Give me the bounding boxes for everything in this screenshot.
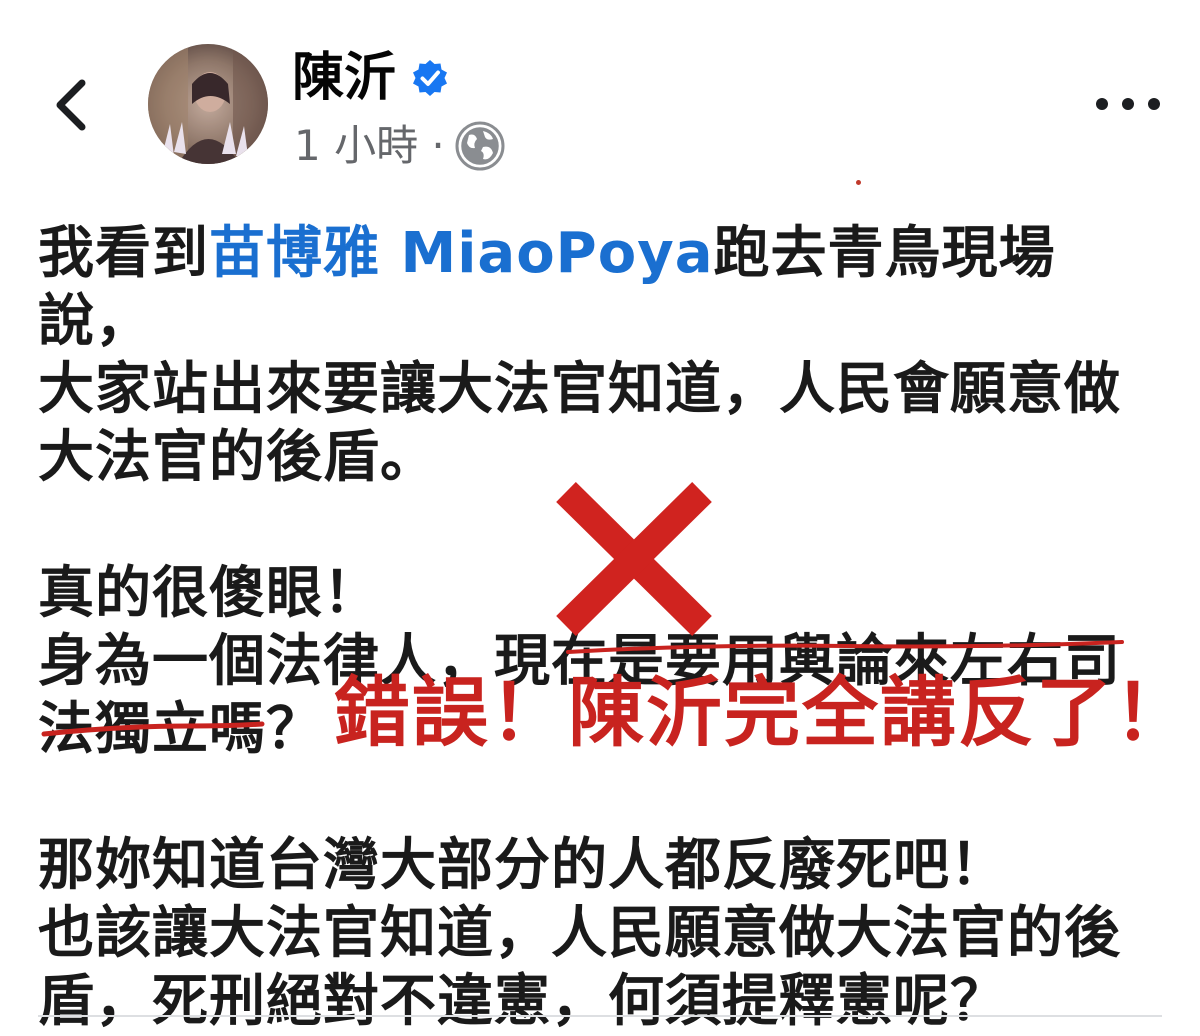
more-dot-icon (1148, 98, 1160, 110)
mention-link[interactable]: 苗博雅 MiaoPoya (209, 221, 714, 286)
globe-icon (455, 121, 505, 171)
post-line: 大家站出來要讓大法官知道，人民會願意做 (38, 357, 1121, 422)
underline-mark (566, 640, 1124, 654)
post-line: 盾，死刑絕對不違憲，何須提釋憲呢？ (38, 969, 1007, 1034)
post-line: 我看到苗博雅 MiaoPoya跑去青鳥現場說， (38, 220, 1168, 356)
avatar[interactable] (148, 44, 268, 164)
divider (38, 1015, 1162, 1017)
x-mark-icon (556, 482, 712, 636)
chevron-left-icon (56, 79, 86, 131)
post-line: 那妳知道台灣大部分的人都反廢死吧！ (38, 833, 1007, 898)
underline-mark (41, 721, 265, 737)
stray-mark (856, 180, 861, 185)
post-meta: 1 小時 · (294, 118, 505, 174)
more-dot-icon (1096, 98, 1108, 110)
post-text: 我看到 (38, 221, 209, 286)
post-header: 陳沂 1 小時 · (0, 0, 1200, 180)
author-row: 陳沂 (292, 48, 450, 108)
back-button[interactable] (40, 70, 100, 140)
post-time[interactable]: 1 小時 · (294, 118, 445, 174)
correction-annotation: 錯誤！陳沂完全講反了！ (334, 668, 1192, 757)
more-dot-icon (1122, 98, 1134, 110)
verified-check-icon (413, 60, 448, 96)
post-line: 也該讓大法官知道，人民願意做大法官的後 (38, 901, 1121, 966)
more-options-button[interactable] (1096, 84, 1160, 124)
author-name[interactable]: 陳沂 (292, 48, 396, 108)
